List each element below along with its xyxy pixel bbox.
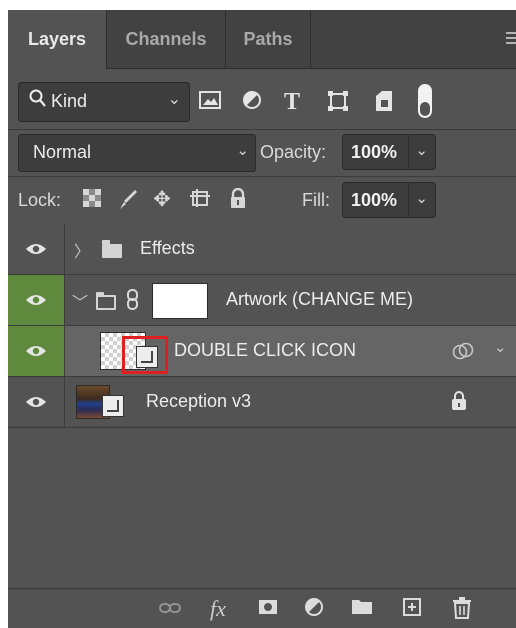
visibility-toggle[interactable] xyxy=(8,275,65,325)
chevron-down-icon[interactable]: ⌄ xyxy=(494,338,507,356)
search-icon xyxy=(29,89,47,114)
tab-bar: Layers Channels Paths xyxy=(8,10,516,69)
link-layers-icon[interactable] xyxy=(156,597,184,621)
visibility-toggle[interactable] xyxy=(8,326,65,376)
mask-thumbnail[interactable] xyxy=(152,283,208,319)
lock-transparent-pixels-icon[interactable] xyxy=(80,188,104,212)
image-filter-icon[interactable] xyxy=(198,90,222,114)
filter-kind-label: Kind xyxy=(51,91,88,111)
tab-paths[interactable]: Paths xyxy=(226,10,310,68)
new-layer-icon[interactable] xyxy=(398,597,426,621)
red-highlight-box xyxy=(122,336,168,374)
folder-icon xyxy=(102,240,122,258)
layer-name: Reception v3 xyxy=(146,391,252,411)
chevron-down-icon: ⌄ xyxy=(415,190,428,207)
lock-position-icon[interactable]: ✥ xyxy=(150,188,174,212)
adjustment-filter-icon[interactable] xyxy=(240,90,264,114)
eye-icon xyxy=(26,346,46,356)
filter-toggle[interactable] xyxy=(418,84,432,118)
blend-mode-label: Normal xyxy=(33,142,92,162)
opacity-value: 100% xyxy=(351,142,398,162)
new-group-icon[interactable] xyxy=(348,597,376,621)
layer-row-artwork[interactable]: ﹀ Artwork (CHANGE ME) xyxy=(8,275,516,326)
opacity-field[interactable]: 100% ⌄ xyxy=(342,134,436,170)
shape-filter-icon[interactable] xyxy=(326,90,350,114)
link-icon xyxy=(127,289,138,310)
layer-row-double-click-icon[interactable]: DOUBLE CLICK ICON ⌄ xyxy=(8,326,516,377)
fill-field[interactable]: 100% ⌄ xyxy=(342,182,436,218)
eye-icon xyxy=(26,244,46,254)
layer-row-reception[interactable]: Reception v3 xyxy=(8,377,516,428)
fx-icon[interactable]: fx xyxy=(204,597,232,621)
tab-channels[interactable]: Channels xyxy=(107,10,225,68)
blending-options-icon[interactable] xyxy=(452,342,474,360)
panel-menu-icon[interactable] xyxy=(506,32,516,46)
blend-mode-select[interactable]: Normal ⌄ xyxy=(18,134,256,172)
fill-value: 100% xyxy=(351,190,398,210)
visibility-toggle[interactable] xyxy=(8,377,65,427)
delete-icon[interactable] xyxy=(448,597,476,621)
chevron-down-icon: ⌄ xyxy=(167,91,181,108)
chevron-right-icon[interactable]: 〉 xyxy=(74,238,90,262)
lock-image-pixels-icon[interactable] xyxy=(116,188,140,212)
bottom-toolbar: fx xyxy=(8,588,516,628)
eye-icon xyxy=(26,295,46,305)
folder-open-icon xyxy=(96,292,116,310)
layer-name: DOUBLE CLICK ICON xyxy=(174,340,357,360)
lock-label: Lock: xyxy=(18,190,62,210)
tab-layers[interactable]: Layers xyxy=(8,10,106,69)
visibility-toggle[interactable] xyxy=(8,224,65,274)
chevron-down-icon[interactable]: ﹀ xyxy=(72,289,88,313)
smart-object-filter-icon[interactable] xyxy=(372,90,396,114)
eye-icon xyxy=(26,397,46,407)
opacity-label: Opacity: xyxy=(260,142,327,162)
layer-row-effects[interactable]: 〉 Effects xyxy=(8,224,516,275)
lock-all-icon[interactable] xyxy=(226,187,250,212)
smart-object-icon xyxy=(102,395,124,417)
layer-name: Artwork (CHANGE ME) xyxy=(226,289,414,309)
adjustment-layer-icon[interactable] xyxy=(300,597,328,621)
layers-panel: Layers Channels Paths Kind ⌄ T Normal ⌄ … xyxy=(8,10,516,628)
layer-name: Effects xyxy=(140,238,195,258)
fill-label: Fill: xyxy=(302,190,330,210)
filter-kind-select[interactable]: Kind ⌄ xyxy=(18,82,190,122)
chevron-down-icon: ⌄ xyxy=(236,142,249,159)
add-mask-icon[interactable] xyxy=(254,597,282,621)
type-filter-icon[interactable]: T xyxy=(280,90,304,114)
lock-artboard-icon[interactable] xyxy=(188,188,212,212)
lock-icon xyxy=(452,391,466,410)
chevron-down-icon: ⌄ xyxy=(415,142,428,159)
